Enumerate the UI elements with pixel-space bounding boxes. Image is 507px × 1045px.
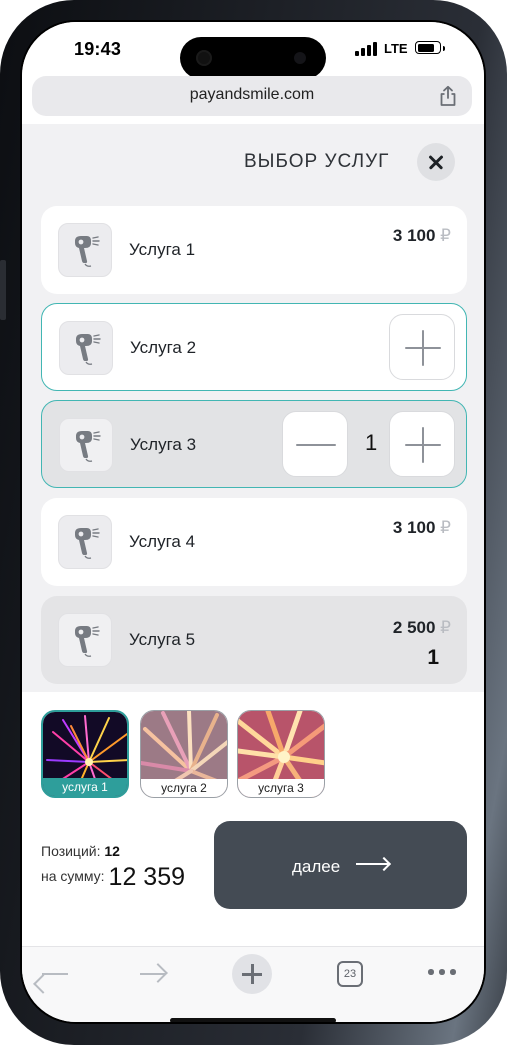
quantity-value: 1 — [365, 430, 378, 455]
service-label: Услуга 4 — [129, 532, 196, 551]
service-card-3[interactable]: Услуга 3 1 — [41, 400, 467, 488]
hair-dryer-icon — [59, 418, 113, 472]
sum-value: 12 359 — [108, 863, 186, 891]
new-tab-plus-icon[interactable] — [232, 954, 272, 994]
positions-label: Позиций: — [41, 843, 101, 859]
add-button[interactable] — [389, 314, 455, 380]
sensor-icon — [294, 52, 306, 64]
next-button[interactable]: далее — [214, 821, 467, 909]
service-label: Услуга 3 — [130, 435, 197, 454]
more-dots-icon[interactable] — [428, 969, 456, 975]
forward-arrow-icon[interactable] — [140, 973, 166, 975]
camera-icon — [196, 50, 212, 66]
service-card-2[interactable]: Услуга 2 — [41, 303, 467, 391]
service-card-1[interactable]: Услуга 1 3 100 ₽ — [41, 206, 467, 294]
url-text: payandsmile.com — [189, 86, 315, 103]
story-thumb-2[interactable]: услуга 2 — [140, 710, 228, 798]
status-time: 19:43 — [74, 39, 122, 59]
hair-dryer-icon — [58, 613, 112, 667]
page-title: ВЫБОР УСЛУГ — [244, 151, 390, 172]
next-button-label: далее — [292, 857, 341, 876]
increment-button[interactable] — [389, 411, 455, 477]
phone-side-button — [0, 260, 6, 320]
network-type: LTE — [384, 41, 408, 56]
service-label: Услуга 5 — [129, 630, 196, 649]
sum-summary: на сумму: 12 359 — [41, 863, 185, 892]
story-label: услуга 3 — [238, 779, 324, 797]
currency-symbol: ₽ — [440, 518, 451, 537]
arrow-right-icon — [356, 863, 388, 865]
hair-dryer-icon — [59, 321, 113, 375]
story-thumb-1[interactable]: услуга 1 — [41, 710, 129, 798]
signal-icon — [355, 42, 377, 56]
browser-toolbar: 23 — [22, 946, 484, 1022]
service-card-4[interactable]: Услуга 4 3 100 ₽ — [41, 498, 467, 586]
service-label: Услуга 1 — [129, 240, 196, 259]
story-label: услуга 1 — [43, 778, 127, 796]
service-card-5[interactable]: Услуга 5 2 500 ₽ 1 — [41, 596, 467, 684]
service-label: Услуга 2 — [130, 338, 197, 357]
positions-summary: Позиций: 12 — [41, 843, 120, 859]
sum-label: на сумму: — [41, 868, 105, 884]
screen: 19:43 LTE payandsmile.com ВЫБОР УСЛУГ Ус… — [22, 22, 484, 1022]
home-indicator[interactable] — [170, 1018, 336, 1022]
share-icon[interactable] — [438, 85, 458, 107]
currency-symbol: ₽ — [440, 618, 451, 637]
tabs-count-icon[interactable]: 23 — [337, 961, 363, 987]
service-price: 3 100 ₽ — [392, 518, 451, 537]
service-price: 3 100 ₽ — [392, 226, 451, 245]
service-price: 2 500 ₽ — [392, 618, 451, 637]
battery-icon — [415, 41, 445, 54]
address-bar[interactable]: payandsmile.com — [32, 76, 472, 116]
browser-address-area: payandsmile.com — [22, 76, 484, 124]
back-arrow-icon[interactable] — [42, 973, 68, 975]
phone-frame: 19:43 LTE payandsmile.com ВЫБОР УСЛУГ Ус… — [0, 0, 507, 1045]
selected-quantity: 1 — [427, 646, 439, 669]
positions-count: 12 — [104, 843, 120, 859]
hair-dryer-icon — [58, 515, 112, 569]
hair-dryer-icon — [58, 223, 112, 277]
story-label: услуга 2 — [141, 779, 227, 797]
close-button[interactable] — [417, 143, 455, 181]
dynamic-island — [180, 37, 326, 79]
story-thumb-3[interactable]: услуга 3 — [237, 710, 325, 798]
decrement-button[interactable] — [282, 411, 348, 477]
currency-symbol: ₽ — [440, 226, 451, 245]
status-bar: 19:43 LTE — [22, 22, 484, 79]
